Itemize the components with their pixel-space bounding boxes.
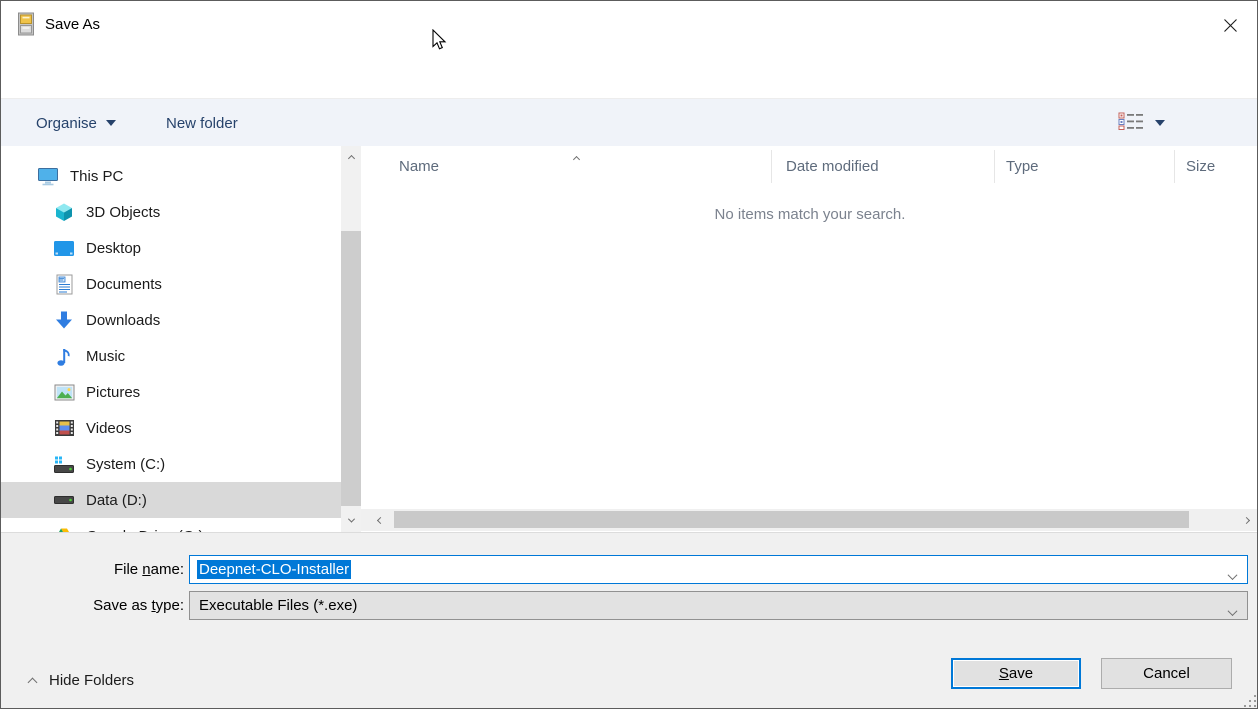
command-toolbar: Organise New folder ? [1, 98, 1257, 146]
chevron-down-icon[interactable] [1229, 567, 1236, 584]
sidebar-item-3d-objects[interactable]: 3D Objects [1, 194, 341, 230]
sidebar-item-desktop[interactable]: Desktop [1, 230, 341, 266]
sidebar-item-label: Documents [86, 276, 162, 293]
desktop-icon [53, 237, 75, 259]
new-folder-label: New folder [166, 115, 238, 132]
music-note-icon [53, 345, 75, 367]
organise-label: Organise [36, 115, 97, 132]
hide-folders-button[interactable]: Hide Folders [29, 667, 134, 693]
views-button[interactable] [1118, 99, 1165, 147]
monitor-icon [37, 165, 59, 187]
save-as-type-label: Save as type: [14, 597, 184, 614]
column-header-name[interactable]: Name [399, 146, 439, 186]
sidebar-item-label: Data (D:) [86, 492, 147, 509]
save-as-type-value: Executable Files (*.exe) [199, 597, 357, 614]
horizontal-scrollbar[interactable] [361, 509, 1258, 531]
navigation-pane: This PC 3D Objects [1, 146, 341, 532]
sidebar-item-google-drive-g[interactable]: Google Drive (G:) [1, 518, 341, 532]
sidebar-item-music[interactable]: Music [1, 338, 341, 374]
download-arrow-icon [53, 309, 75, 331]
column-separator[interactable] [1174, 150, 1175, 183]
chevron-down-icon [1155, 120, 1165, 126]
save-as-type-select[interactable]: Executable Files (*.exe) [189, 591, 1248, 620]
scroll-right-icon[interactable] [1235, 509, 1257, 531]
column-header-type[interactable]: Type [1006, 146, 1039, 186]
chevron-up-icon [28, 677, 38, 687]
scroll-up-icon[interactable] [341, 148, 361, 168]
file-name-input[interactable]: Deepnet-CLO-Installer [189, 555, 1248, 584]
film-strip-icon [53, 417, 75, 439]
main-area: This PC 3D Objects [1, 146, 1258, 532]
chevron-down-icon [1229, 603, 1236, 620]
close-icon[interactable] [1215, 10, 1245, 40]
sidebar-item-label: System (C:) [86, 456, 165, 473]
file-name-label: File name: [14, 561, 184, 578]
save-as-dialog: Save As This PC [0, 0, 1258, 709]
sidebar-item-this-pc[interactable]: This PC [1, 158, 341, 194]
column-separator[interactable] [994, 150, 995, 183]
sidebar-item-label: Downloads [86, 312, 160, 329]
scrollbar-thumb[interactable] [341, 231, 361, 506]
save-as-icon [16, 12, 36, 41]
cube-3d-icon [53, 201, 75, 223]
organise-button[interactable]: Organise [36, 99, 116, 147]
sidebar-item-label: Desktop [86, 240, 141, 257]
system-drive-icon [53, 453, 75, 475]
sidebar-item-documents[interactable]: Documents [1, 266, 341, 302]
sidebar-item-label: 3D Objects [86, 204, 160, 221]
sidebar-item-label: Pictures [86, 384, 140, 401]
hide-folders-label: Hide Folders [49, 672, 134, 689]
column-header-date-modified[interactable]: Date modified [786, 146, 879, 186]
sidebar-item-label: This PC [70, 168, 123, 185]
scroll-left-icon[interactable] [369, 509, 391, 531]
drive-icon [53, 489, 75, 511]
sort-ascending-icon [574, 149, 579, 166]
document-icon [53, 273, 75, 295]
empty-list-message: No items match your search. [361, 206, 1258, 223]
sidebar-item-videos[interactable]: Videos [1, 410, 341, 446]
file-list: Name Date modified Type Size No items ma… [361, 146, 1258, 532]
scrollbar-thumb[interactable] [394, 511, 1189, 528]
sidebar-item-pictures[interactable]: Pictures [1, 374, 341, 410]
views-icon [1118, 112, 1144, 134]
sidebar-item-label: Music [86, 348, 125, 365]
new-folder-button[interactable]: New folder [166, 99, 238, 147]
resize-grip[interactable] [1240, 691, 1256, 707]
sidebar-scrollbar[interactable] [341, 146, 361, 532]
save-button[interactable]: Save [951, 658, 1081, 689]
window-title: Save As [45, 1, 100, 48]
scroll-down-icon[interactable] [341, 510, 361, 530]
column-separator[interactable] [771, 150, 772, 183]
sidebar-item-system-c[interactable]: System (C:) [1, 446, 341, 482]
bottom-panel: File name: Deepnet-CLO-Installer Save as… [1, 532, 1258, 709]
sidebar-item-downloads[interactable]: Downloads [1, 302, 341, 338]
google-drive-icon [53, 525, 75, 532]
title-bar: Save As [1, 1, 1257, 48]
column-header-size[interactable]: Size [1186, 146, 1215, 186]
file-name-value: Deepnet-CLO-Installer [197, 560, 351, 579]
sidebar-item-data-d[interactable]: Data (D:) [1, 482, 341, 518]
cancel-button[interactable]: Cancel [1101, 658, 1232, 689]
navigation-bar: This PC Data (D:) Software CLO [1, 48, 1257, 98]
picture-icon [53, 381, 75, 403]
chevron-down-icon [106, 120, 116, 126]
sidebar-item-label: Videos [86, 420, 132, 437]
